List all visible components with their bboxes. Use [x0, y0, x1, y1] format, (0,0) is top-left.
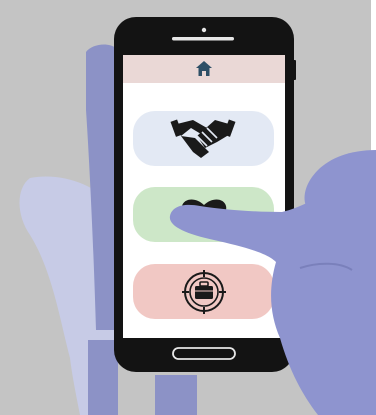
camera-dot [201, 27, 207, 33]
phone-illustration [0, 0, 376, 415]
speaker-grille [172, 37, 234, 41]
phone-side-button [292, 60, 296, 80]
left-arm-base [155, 375, 197, 415]
left-wrist [88, 340, 118, 415]
illustration-canvas [0, 0, 376, 415]
